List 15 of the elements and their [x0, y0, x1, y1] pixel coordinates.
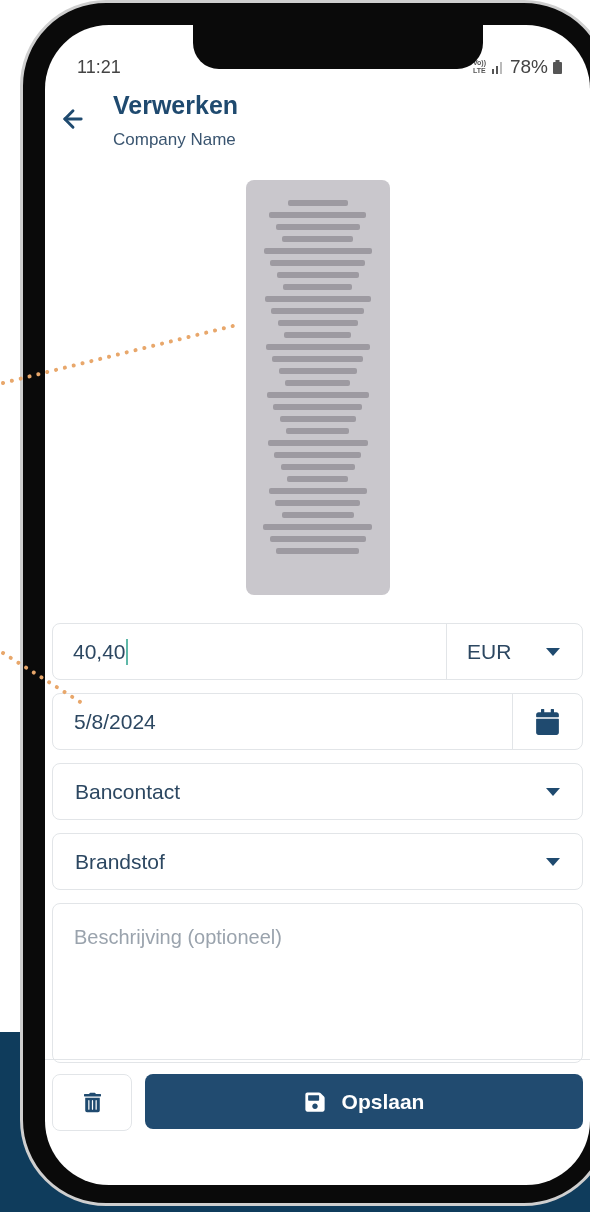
- page-title: Verwerken: [113, 90, 239, 121]
- save-icon: [303, 1090, 326, 1113]
- caret-icon: [546, 857, 560, 866]
- caret-icon: [546, 787, 560, 796]
- page-subtitle: Company Name: [113, 128, 237, 151]
- payment-method-select[interactable]: Bancontact: [52, 763, 583, 820]
- category-select[interactable]: Brandstof: [52, 833, 583, 890]
- battery-level: 78%: [509, 54, 548, 79]
- signal-icon: [490, 60, 505, 74]
- status-time: 11:21: [77, 55, 121, 79]
- delete-button[interactable]: [52, 1074, 132, 1131]
- save-button[interactable]: Opslaan: [145, 1074, 583, 1129]
- trash-icon: [83, 1092, 101, 1113]
- battery-icon: [553, 60, 562, 74]
- description-field[interactable]: Beschrijving (optioneel): [52, 903, 583, 1063]
